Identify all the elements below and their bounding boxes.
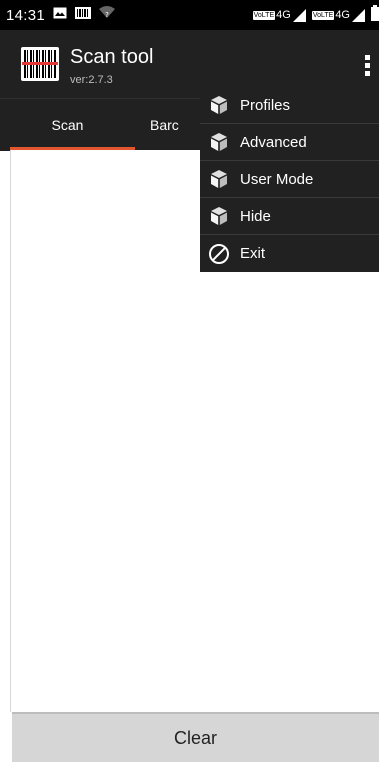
status-bar: 14:31 ? VoLTE 4G VoLTE 4G xyxy=(0,0,379,30)
barcode-icon xyxy=(75,6,92,24)
tab-scan[interactable]: Scan xyxy=(0,99,135,151)
app-title: Scan tool xyxy=(70,46,154,68)
menu-item-label: Exit xyxy=(240,245,266,262)
signal-icon xyxy=(292,8,306,22)
overflow-menu: Profiles Advanced User Mode Hide Exit xyxy=(200,87,379,272)
tab-label: Scan xyxy=(51,117,84,133)
cube-icon xyxy=(208,94,230,116)
menu-item-exit[interactable]: Exit xyxy=(200,235,379,272)
tab-label: Barc xyxy=(150,117,179,133)
cube-icon xyxy=(208,205,230,227)
volte-badge: VoLTE xyxy=(311,10,335,20)
svg-text:?: ? xyxy=(105,11,109,19)
clear-button[interactable]: Clear xyxy=(12,712,379,762)
clear-button-label: Clear xyxy=(173,727,217,748)
network-type: 4G xyxy=(276,9,291,21)
wifi-question-icon: ? xyxy=(99,6,116,24)
menu-item-label: Hide xyxy=(240,207,271,225)
menu-item-advanced[interactable]: Advanced xyxy=(200,124,379,161)
menu-item-hide[interactable]: Hide xyxy=(200,198,379,235)
network-type: 4G xyxy=(335,9,350,21)
menu-item-label: Advanced xyxy=(240,133,307,151)
app-version: ver:2.7.3 xyxy=(70,74,113,86)
menu-item-label: Profiles xyxy=(240,96,291,114)
menu-item-user-mode[interactable]: User Mode xyxy=(200,161,379,198)
block-icon xyxy=(208,243,230,265)
cube-icon xyxy=(208,168,230,190)
more-vert-icon[interactable] xyxy=(359,50,375,80)
volte-badge: VoLTE xyxy=(252,10,276,20)
barcode-scanner-icon xyxy=(21,47,59,81)
status-right: VoLTE 4G VoLTE 4G xyxy=(252,0,379,30)
battery-icon xyxy=(371,4,379,26)
menu-item-label: User Mode xyxy=(240,170,314,188)
image-icon xyxy=(53,6,67,24)
signal-icon xyxy=(352,8,365,22)
menu-item-profiles[interactable]: Profiles xyxy=(200,87,379,124)
cube-icon xyxy=(208,131,230,153)
status-time: 14:31 xyxy=(6,6,46,24)
